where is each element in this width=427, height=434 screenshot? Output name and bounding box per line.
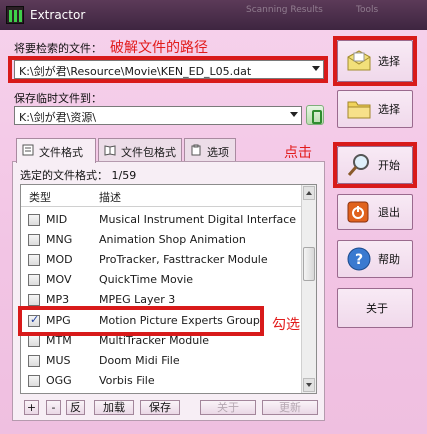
help-label: 帮助 [378,253,400,266]
invert-selection-button[interactable]: 反 [66,400,85,415]
exit-label: 退出 [378,206,400,219]
tab-package-format[interactable]: 文件包格式 [98,138,182,162]
save-button[interactable]: 保存 [140,400,180,415]
select-highlight-box [333,36,417,86]
table-row[interactable]: MOD ProTracker, Fasttracker Module [21,250,302,270]
source-path-annotation: 破解文件的路径 [110,40,208,56]
tab-label: 文件格式 [39,146,83,159]
temp-folder-combo[interactable]: K:\剑が君\资源\ [14,106,302,125]
help-icon: ? [347,247,371,271]
row-type: MID [46,213,68,226]
add-format-button[interactable]: + [24,400,39,415]
row-description: QuickTime Movie [99,273,194,286]
row-type: MP3 [46,293,70,306]
exit-button[interactable]: 退出 [337,194,413,230]
tab-options[interactable]: 选项 [184,138,236,162]
temp-folder-value: K:\剑が君\资源\ [19,111,97,124]
app-logo-icon [6,6,24,24]
update-button[interactable]: 更新 [262,400,318,415]
row-checkbox[interactable] [28,234,40,246]
check-annotation: 勾选 [272,317,300,333]
row-description: Doom Midi File [99,354,180,367]
temp-folder-label: 保存临时文件到： [14,92,102,105]
tab-label: 选项 [207,146,229,159]
row-type: MOV [46,273,72,286]
remove-format-button[interactable]: - [46,400,61,415]
tab-file-format[interactable]: 文件格式 [16,138,96,163]
row-checkbox[interactable] [28,335,40,347]
row-type: OGG [46,374,72,387]
mpg-highlight-box [18,306,264,336]
select-temp-label: 选择 [378,103,400,116]
row-checkbox[interactable] [28,375,40,387]
selected-count: 选定的文件格式： 1/59 [20,169,137,182]
load-button[interactable]: 加载 [94,400,134,415]
row-description: MPEG Layer 3 [99,293,176,306]
row-type: MUS [46,354,71,367]
click-annotation: 点击 [284,145,312,161]
window-title: Extractor [30,8,86,22]
scroll-up-icon[interactable] [303,186,315,200]
background-tab-label: Tools [356,5,379,15]
about-side-button[interactable]: 关于 [337,288,413,328]
about-side-label: 关于 [366,302,388,315]
watermark-logo [336,370,424,430]
source-file-label: 将要检索的文件： [14,42,102,55]
open-folder-button[interactable] [306,105,324,125]
table-row[interactable]: OGG Vorbis File [21,371,302,391]
list-header: 类型 描述 [21,185,302,207]
column-header-type: 类型 [29,191,51,204]
title-bar: Extractor Scanning Results Tools [0,0,427,30]
row-description: ProTracker, Fasttracker Module [99,253,268,266]
table-row[interactable]: MID Musical Instrument Digital Interface [21,210,302,230]
row-description: Animation Shop Animation [99,233,246,246]
help-button[interactable]: ? 帮助 [337,240,413,278]
tab-label: 文件包格式 [121,146,176,159]
row-checkbox[interactable] [28,254,40,266]
column-header-description: 描述 [99,191,121,204]
file-format-list[interactable]: 类型 描述 MID Musical Instrument Digital Int… [20,184,317,394]
background-tab-label: Scanning Results [246,5,323,15]
row-type: MOD [46,253,73,266]
list-scrollbar[interactable] [301,185,316,393]
about-format-button[interactable]: 关于 [200,400,256,415]
svg-text:?: ? [355,252,363,268]
scroll-thumb[interactable] [303,247,315,281]
row-description: Musical Instrument Digital Interface [99,213,297,226]
row-checkbox[interactable] [28,355,40,367]
row-checkbox[interactable] [28,274,40,286]
scroll-down-icon[interactable] [303,378,315,392]
clipboard-icon [191,144,201,156]
document-icon [22,144,34,156]
table-row[interactable]: MOV QuickTime Movie [21,270,302,290]
row-checkbox[interactable] [28,214,40,226]
row-description: Vorbis File [99,374,155,387]
book-icon [104,145,116,156]
table-row[interactable]: MNG Animation Shop Animation [21,230,302,250]
select-temp-button[interactable]: 选择 [337,90,413,128]
source-highlight-box [8,56,328,83]
power-icon [347,201,369,223]
row-type: MNG [46,233,73,246]
folder-icon [347,101,371,119]
row-checkbox[interactable] [28,294,40,306]
background-tabs: Scanning Results Tools [236,0,427,30]
chevron-down-icon[interactable] [290,112,298,117]
table-row[interactable]: MUS Doom Midi File [21,351,302,371]
start-highlight-box [333,142,417,188]
